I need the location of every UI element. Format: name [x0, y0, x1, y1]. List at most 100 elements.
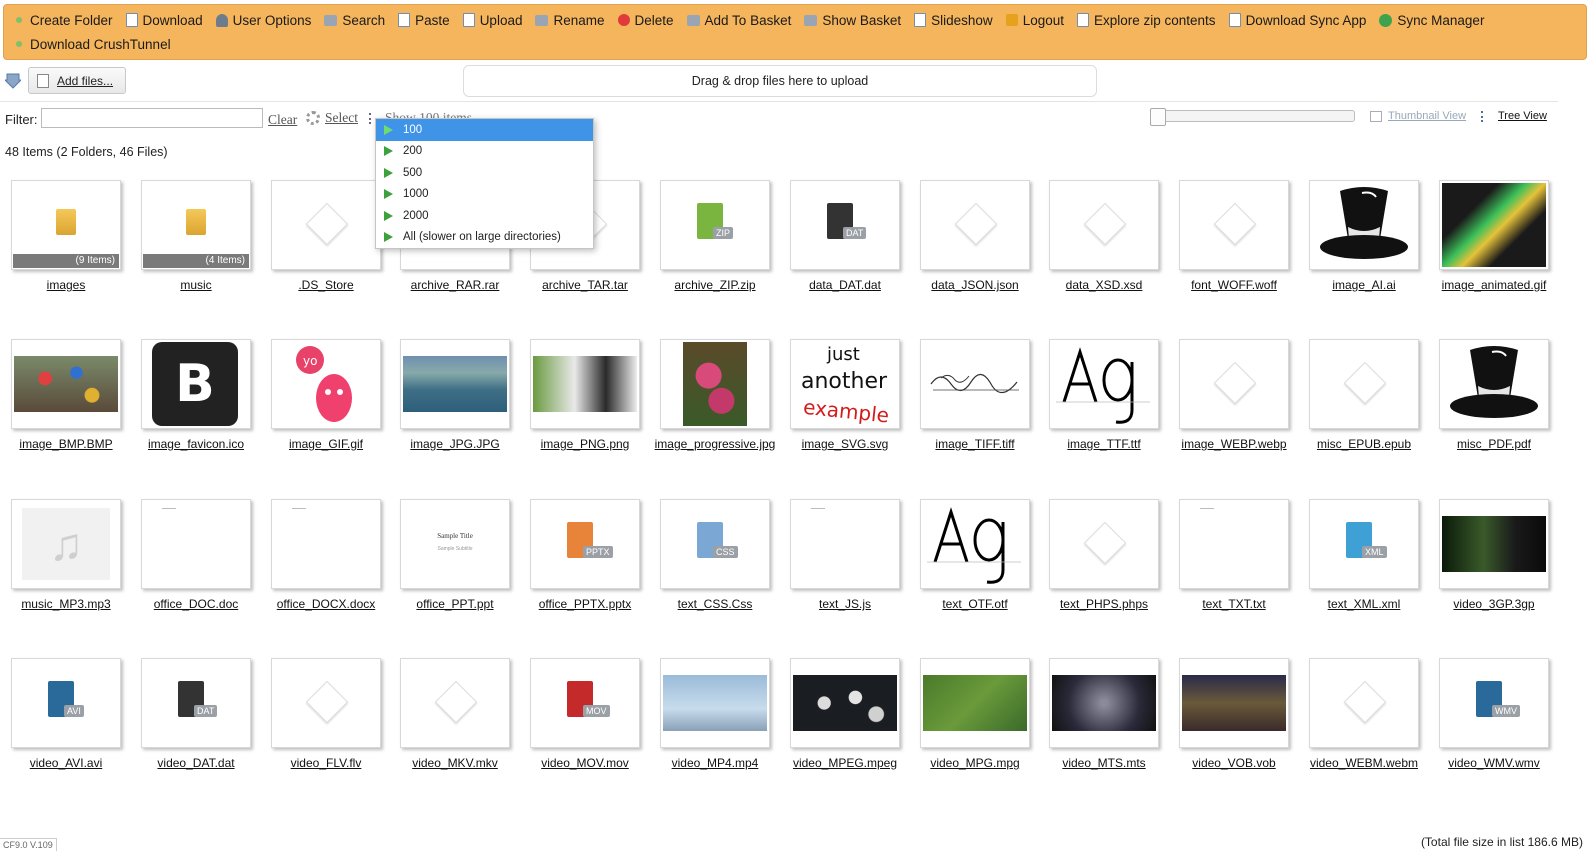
file-thumbnail[interactable] [1179, 499, 1289, 589]
download-arrow-icon[interactable] [5, 72, 21, 90]
file-thumbnail[interactable] [11, 339, 121, 429]
file-tile[interactable]: Sample Title Sample Subtitle office_PPT.pp… [400, 499, 510, 611]
file-thumbnail[interactable]: WMV [1439, 658, 1549, 748]
file-name-link[interactable]: image_BMP.BMP [1, 437, 131, 451]
file-tile[interactable]: (4 Items) music [141, 180, 251, 292]
file-name-link[interactable]: video_MPEG.mpeg [780, 756, 910, 770]
file-thumbnail[interactable] [1309, 339, 1419, 429]
file-tile[interactable]: CSS text_CSS.Css [660, 499, 770, 611]
dropdown-option[interactable]: 100 [376, 119, 593, 141]
file-thumbnail[interactable]: CSS [660, 499, 770, 589]
file-tile[interactable]: ZIP archive_ZIP.zip [660, 180, 770, 292]
file-thumbnail[interactable] [141, 499, 251, 589]
toolbar-download-button[interactable]: Download [125, 9, 203, 31]
file-name-link[interactable]: text_TXT.txt [1169, 597, 1299, 611]
file-name-link[interactable]: data_JSON.json [910, 278, 1040, 292]
file-tile[interactable]: office_DOC.doc [141, 499, 251, 611]
slider-handle[interactable] [1150, 108, 1166, 126]
file-thumbnail[interactable] [1049, 499, 1159, 589]
file-thumbnail[interactable] [790, 499, 900, 589]
file-name-link[interactable]: office_PPTX.pptx [520, 597, 650, 611]
file-tile[interactable]: misc_EPUB.epub [1309, 339, 1419, 451]
file-thumbnail[interactable] [271, 658, 381, 748]
file-name-link[interactable]: video_WEBM.webm [1299, 756, 1429, 770]
file-name-link[interactable]: image_JPG.JPG [390, 437, 520, 451]
file-name-link[interactable]: video_VOB.vob [1169, 756, 1299, 770]
file-tile[interactable]: video_WEBM.webm [1309, 658, 1419, 770]
file-thumbnail[interactable]: B [141, 339, 251, 429]
file-tile[interactable]: DAT video_DAT.dat [141, 658, 251, 770]
file-tile[interactable]: text_PHPS.phps [1049, 499, 1159, 611]
file-name-link[interactable]: text_CSS.Css [650, 597, 780, 611]
toolbar-slideshow-button[interactable]: Slideshow [914, 9, 993, 31]
file-name-link[interactable]: text_XML.xml [1299, 597, 1429, 611]
dropdown-option[interactable]: 1000 [376, 184, 593, 206]
file-name-link[interactable]: image_GIF.gif [261, 437, 391, 451]
file-tile[interactable]: video_MPEG.mpeg [790, 658, 900, 770]
file-name-link[interactable]: video_MKV.mkv [390, 756, 520, 770]
file-tile[interactable]: video_VOB.vob [1179, 658, 1289, 770]
file-name-link[interactable]: video_FLV.flv [261, 756, 391, 770]
add-files-button[interactable]: Add files... [28, 67, 126, 94]
file-tile[interactable]: Bimage_favicon.ico [141, 339, 251, 451]
file-name-link[interactable]: image_WEBP.webp [1169, 437, 1299, 451]
file-name-link[interactable]: video_3GP.3gp [1429, 597, 1559, 611]
tree-view-link[interactable]: Tree View [1481, 110, 1547, 122]
file-thumbnail[interactable]: yo [271, 339, 381, 429]
file-name-link[interactable]: image_progressive.jpg [650, 437, 780, 451]
toolbar-sync-manager-button[interactable]: Sync Manager [1379, 9, 1484, 31]
clear-filter-link[interactable]: Clear [268, 112, 297, 128]
file-thumbnail[interactable] [400, 339, 510, 429]
file-thumbnail[interactable] [1179, 180, 1289, 270]
file-name-link[interactable]: image_animated.gif [1429, 278, 1559, 292]
file-tile[interactable]: image_PNG.png [530, 339, 640, 451]
file-thumbnail[interactable]: ♫ [11, 499, 121, 589]
file-tile[interactable]: data_XSD.xsd [1049, 180, 1159, 292]
toolbar-upload-button[interactable]: Upload [462, 9, 522, 31]
file-tile[interactable]: image_animated.gif [1439, 180, 1549, 292]
file-thumbnail[interactable]: Sample Title Sample Subtitle [400, 499, 510, 589]
file-tile[interactable]: AVI video_AVI.avi [11, 658, 121, 770]
dropdown-option[interactable]: 200 [376, 141, 593, 163]
file-thumbnail[interactable] [1439, 339, 1549, 429]
dropdown-option[interactable]: 2000 [376, 205, 593, 227]
file-tile[interactable]: image_JPG.JPG [400, 339, 510, 451]
file-tile[interactable]: ♫ music_MP3.mp3 [11, 499, 121, 611]
file-tile[interactable]: text_TXT.txt [1179, 499, 1289, 611]
file-thumbnail[interactable]: XML [1309, 499, 1419, 589]
file-thumbnail[interactable] [920, 658, 1030, 748]
file-tile[interactable]: text_OTF.otf [920, 499, 1030, 611]
toolbar-logout-button[interactable]: Logout [1005, 9, 1064, 31]
file-thumbnail[interactable] [1309, 180, 1419, 270]
toolbar-explore-zip-contents-button[interactable]: Explore zip contents [1076, 9, 1216, 31]
file-name-link[interactable]: office_DOCX.docx [261, 597, 391, 611]
file-thumbnail[interactable]: ZIP [660, 180, 770, 270]
file-tile[interactable]: .DS_Store [271, 180, 381, 292]
file-thumbnail[interactable]: MOV [530, 658, 640, 748]
file-thumbnail[interactable] [920, 499, 1030, 589]
file-tile[interactable]: image_TIFF.tiff [920, 339, 1030, 451]
file-thumbnail[interactable] [1439, 180, 1549, 270]
file-tile[interactable]: yo image_GIF.gif [271, 339, 381, 451]
folder-thumbnail[interactable]: (4 Items) [141, 180, 251, 270]
file-tile[interactable]: image_AI.ai [1309, 180, 1419, 292]
file-name-link[interactable]: image_TTF.ttf [1039, 437, 1169, 451]
file-name-link[interactable]: image_SVG.svg [780, 437, 910, 451]
filter-input[interactable] [41, 108, 263, 128]
file-name-link[interactable]: text_PHPS.phps [1039, 597, 1169, 611]
file-name-link[interactable]: office_PPT.ppt [390, 597, 520, 611]
file-tile[interactable]: video_FLV.flv [271, 658, 381, 770]
file-name-link[interactable]: image_favicon.ico [131, 437, 261, 451]
file-thumbnail[interactable] [271, 499, 381, 589]
file-thumbnail[interactable] [660, 339, 770, 429]
file-thumbnail[interactable] [400, 658, 510, 748]
file-thumbnail[interactable] [1179, 658, 1289, 748]
file-thumbnail[interactable] [920, 180, 1030, 270]
file-tile[interactable]: video_MKV.mkv [400, 658, 510, 770]
file-tile[interactable]: video_MTS.mts [1049, 658, 1159, 770]
file-tile[interactable]: office_DOCX.docx [271, 499, 381, 611]
file-tile[interactable]: font_WOFF.woff [1179, 180, 1289, 292]
file-tile[interactable]: video_MPG.mpg [920, 658, 1030, 770]
file-tile[interactable]: image_progressive.jpg [655, 339, 775, 451]
dropdown-option[interactable]: All (slower on large directories) [376, 227, 593, 249]
